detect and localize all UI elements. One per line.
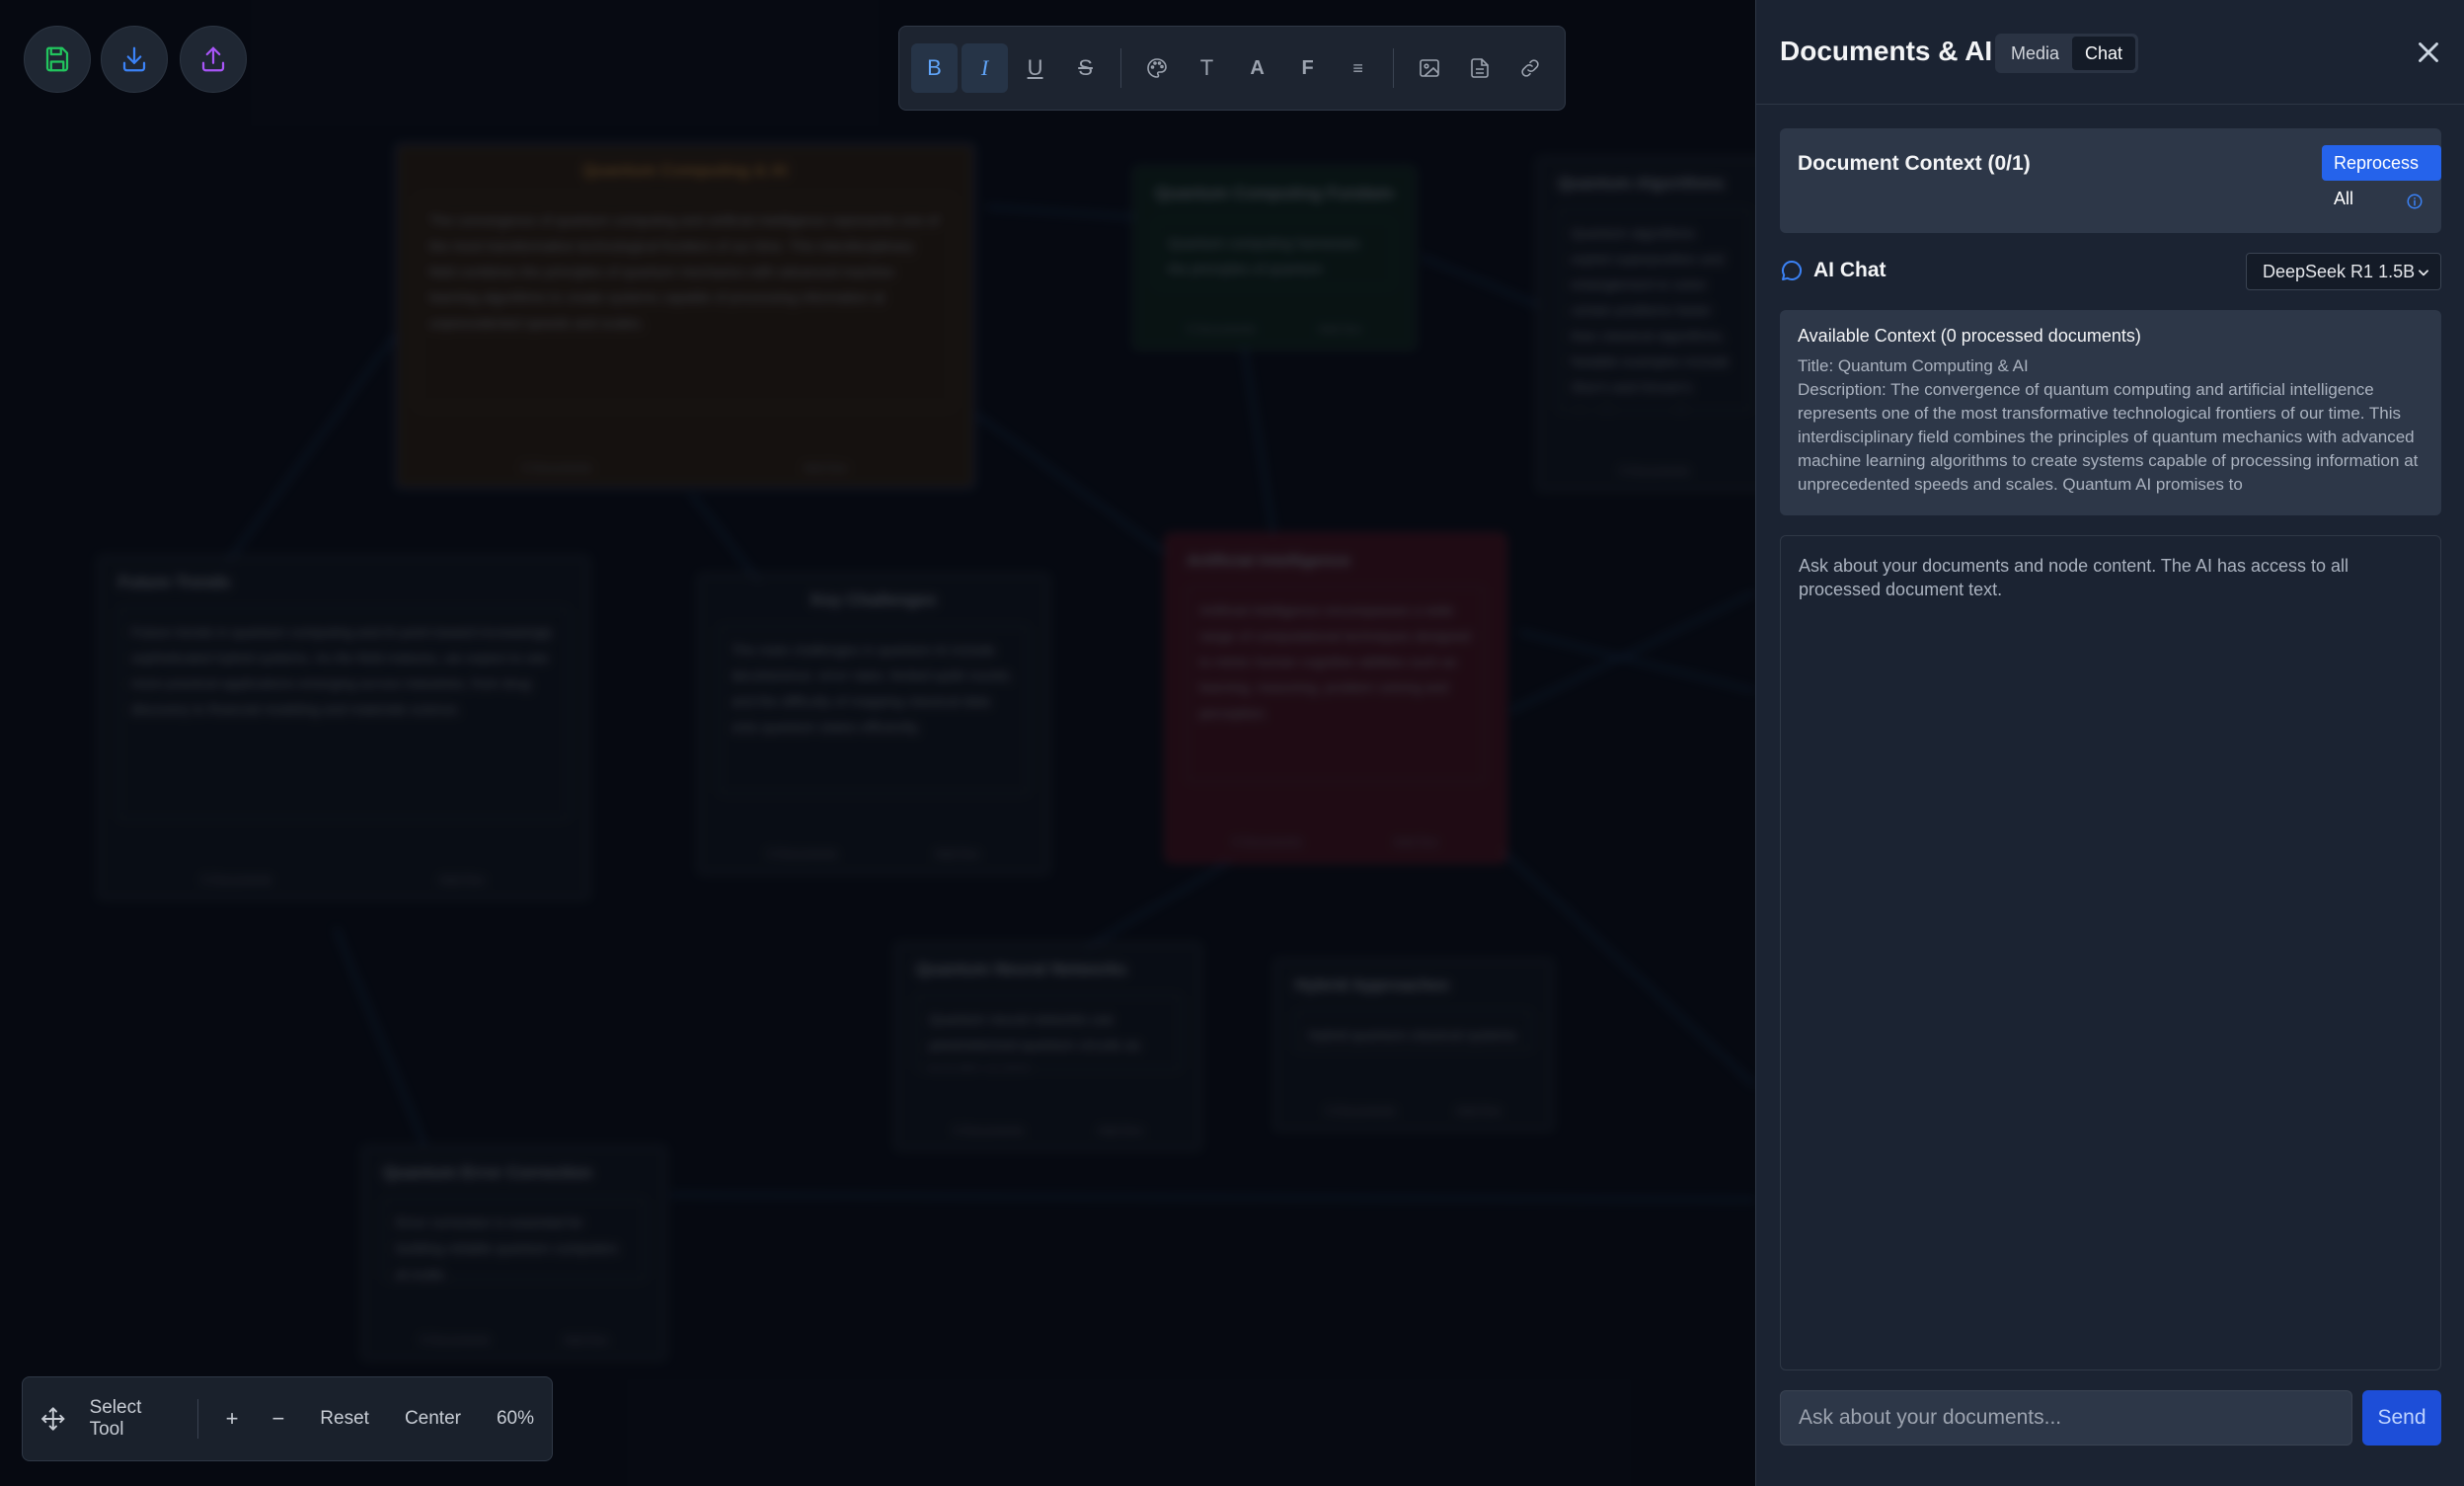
font-family-button[interactable]: F [1284,43,1331,93]
document-context-title: Document Context (0/1) [1798,152,2031,175]
underline-button[interactable]: U [1012,43,1058,93]
context-document-title: Title: Quantum Computing & AI [1798,356,2029,375]
chat-messages-area[interactable]: Ask about your documents and node conten… [1780,535,2441,1370]
zoom-in-button[interactable]: + [226,1406,239,1432]
model-select-value: DeepSeek R1 1.5B [2263,262,2416,281]
ai-chat-header: AI Chat DeepSeek R1 1.5B [1780,253,2441,292]
info-icon[interactable] [2406,193,2424,210]
available-context-card: Available Context (0 processed documents… [1780,310,2441,515]
upload-button[interactable] [180,26,247,93]
download-icon [122,46,146,72]
panel-tabs: Media Chat [1995,34,2139,73]
toolbar-divider [1393,48,1395,88]
upload-icon [201,46,225,72]
panel-header: Documents & AI Media Chat [1756,0,2464,105]
download-button[interactable] [101,26,168,93]
modal-backdrop[interactable] [0,0,1755,1486]
strikethrough-button[interactable]: S [1062,43,1109,93]
reset-button[interactable]: Reset [320,1408,369,1430]
context-document-description: Description: The convergence of quantum … [1798,380,2419,494]
move-icon [41,1407,65,1431]
select-tool-button[interactable]: Select Tool [40,1397,180,1441]
zoom-controls: Select Tool + − Reset Center 60% [22,1376,553,1461]
insert-image-button[interactable] [1406,43,1452,93]
insert-link-button[interactable] [1506,43,1553,93]
chat-hint-text: Ask about your documents and node conten… [1799,556,2349,599]
insert-document-button[interactable] [1456,43,1502,93]
ai-chat-label: AI Chat [1813,259,1886,281]
zoom-level: 60% [496,1408,534,1429]
tab-chat[interactable]: Chat [2072,37,2136,70]
document-icon [1470,58,1489,78]
documents-ai-panel: Documents & AI Media Chat Document Conte… [1755,0,2464,1486]
zoom-out-button[interactable]: − [271,1406,284,1432]
palette-icon [1146,58,1167,78]
text-size-button[interactable]: T [1184,43,1230,93]
color-palette-button[interactable] [1133,43,1180,93]
save-button[interactable] [24,26,91,93]
tab-media[interactable]: Media [1998,37,2072,70]
zoom-divider [196,1399,198,1439]
close-icon[interactable] [2412,36,2445,69]
chat-input[interactable] [1780,1390,2352,1446]
link-icon [1520,59,1539,77]
chat-bubble-icon [1782,260,1803,280]
available-context-title: Available Context (0 processed documents… [1798,326,2141,346]
align-button[interactable]: ≡ [1335,43,1381,93]
format-toolbar: B I U S T A F ≡ [898,26,1566,111]
image-icon [1419,59,1439,77]
reprocess-all-button[interactable]: Reprocess All [2322,145,2441,208]
save-icon [45,46,69,72]
select-tool-label: Select Tool [89,1397,142,1440]
font-color-button[interactable]: A [1234,43,1280,93]
chevron-down-icon [2419,270,2428,276]
center-button[interactable]: Center [405,1408,461,1430]
italic-button[interactable]: I [962,43,1009,93]
send-button[interactable]: Send [2362,1390,2441,1446]
toolbar-divider [1120,48,1121,88]
document-context-card: Document Context (0/1) Reprocess All [1780,128,2441,233]
mind-map-canvas[interactable]: Quantum Computing & AI The convergence o… [0,0,1755,1486]
app-root: Quantum Computing & AI The convergence o… [0,0,2464,1486]
model-select[interactable]: DeepSeek R1 1.5B [2246,253,2441,290]
bold-button[interactable]: B [911,43,959,93]
panel-title: Documents & AI [1780,36,1993,66]
